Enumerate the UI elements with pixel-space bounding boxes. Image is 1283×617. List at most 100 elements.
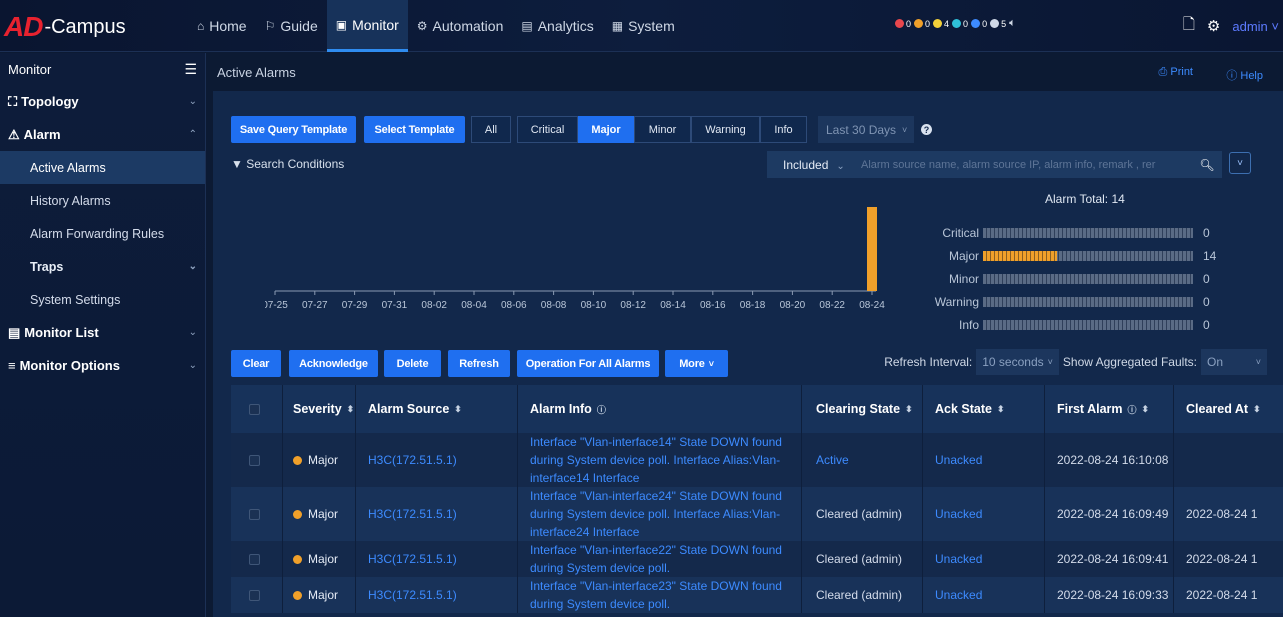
sidebar-item-monitor-options[interactable]: ≡ Monitor Options ⌄ bbox=[0, 349, 205, 382]
severity-text: Major bbox=[308, 588, 339, 602]
search-icon[interactable]: 🔍︎ bbox=[1192, 158, 1222, 172]
filter-all[interactable]: All bbox=[471, 116, 511, 143]
x-tick-label: 08-12 bbox=[620, 300, 646, 311]
table-row[interactable]: Major H3C(172.51.5.1) Interface "Vlan-inte… bbox=[231, 433, 1283, 487]
alarm-source-cell: H3C(172.51.5.1) bbox=[356, 541, 518, 577]
alarm-source-link[interactable]: H3C(172.51.5.1) bbox=[368, 552, 457, 566]
alarm-info-link[interactable]: Interface "Vlan-interface14" State DOWN … bbox=[530, 433, 791, 487]
select-all-checkbox[interactable] bbox=[249, 403, 260, 415]
sidebar-item-history-alarms[interactable]: History Alarms bbox=[0, 184, 205, 217]
header-alarm-source[interactable]: Alarm Source ⬍ bbox=[356, 385, 518, 433]
select-template-button[interactable]: Select Template bbox=[364, 116, 465, 143]
top-right-tools: 🗋 ⚙ admin ˅ bbox=[1183, 0, 1283, 52]
header-label: Clearing State bbox=[816, 402, 901, 416]
topology-icon: ⛶ bbox=[8, 93, 18, 109]
ack-state-link[interactable]: Unacked bbox=[935, 552, 982, 566]
sort-icon: ⬍ bbox=[346, 403, 355, 414]
summary-label: Warning bbox=[934, 295, 979, 309]
row-checkbox[interactable] bbox=[249, 553, 260, 565]
help-link[interactable]: ⓘ Help bbox=[1226, 67, 1263, 83]
refresh-button[interactable]: Refresh bbox=[448, 350, 510, 377]
document-icon[interactable]: 🗋 bbox=[1183, 14, 1195, 39]
filter-info[interactable]: Info bbox=[760, 116, 807, 143]
filter-minor[interactable]: Minor bbox=[634, 116, 691, 143]
clear-button[interactable]: Clear bbox=[231, 350, 281, 377]
sidebar-item-active-alarms[interactable]: Active Alarms bbox=[0, 151, 205, 184]
severity-cell: Major bbox=[283, 487, 356, 541]
summary-bar bbox=[983, 228, 1193, 238]
sidebar-item-system-settings[interactable]: System Settings bbox=[0, 283, 205, 316]
sound-icon[interactable]: 🔈︎ bbox=[1009, 17, 1016, 30]
header-alarm-info[interactable]: Alarm Info ⓘ bbox=[518, 385, 802, 433]
sidebar-header: Monitor ☰ bbox=[0, 53, 205, 85]
sidebar-item-alarm[interactable]: ⚠ Alarm ⌃ bbox=[0, 118, 205, 151]
chart-bar[interactable] bbox=[867, 207, 877, 291]
alarm-summary: Alarm Total: 14 Critical 0 Major 14 Minor 0… bbox=[913, 192, 1233, 332]
filter-icon: ▼ bbox=[231, 157, 247, 171]
x-tick-label: 07-25 bbox=[265, 300, 288, 311]
collapse-menu-icon[interactable]: ☰ bbox=[184, 61, 197, 78]
alarm-info-link[interactable]: Interface "Vlan-interface24" State DOWN … bbox=[530, 487, 791, 541]
list-icon: ▤ bbox=[8, 324, 21, 340]
header-first-alarm[interactable]: First Alarm ⓘ ⬍ bbox=[1045, 385, 1174, 433]
ack-state-link[interactable]: Unacked bbox=[935, 453, 982, 467]
search-conditions-toggle[interactable]: ▼ Search Conditions bbox=[231, 157, 344, 171]
alarm-source-link[interactable]: H3C(172.51.5.1) bbox=[368, 453, 457, 467]
expand-search-button[interactable]: ˅ bbox=[1229, 152, 1251, 174]
row-checkbox[interactable] bbox=[249, 508, 260, 520]
refresh-interval-select[interactable]: 10 seconds ˅ bbox=[976, 349, 1059, 375]
filter-warning[interactable]: Warning bbox=[691, 116, 760, 143]
summary-row-critical: Critical 0 bbox=[913, 224, 1233, 242]
nav-automation[interactable]: ⚙ Automation bbox=[408, 0, 513, 52]
table-row[interactable]: Major H3C(172.51.5.1) Interface "Vlan-inte… bbox=[231, 577, 1283, 613]
logo[interactable]: AD -Campus bbox=[4, 11, 126, 42]
ack-state-cell: Unacked bbox=[923, 433, 1045, 487]
table-row[interactable]: Major H3C(172.51.5.1) Interface "Vlan-inte… bbox=[231, 487, 1283, 541]
nav-home[interactable]: ⌂ Home bbox=[188, 0, 256, 52]
summary-value: 0 bbox=[1203, 226, 1210, 240]
gear-icon[interactable]: ⚙ bbox=[1207, 17, 1220, 35]
major-severity-icon bbox=[293, 554, 302, 564]
more-button[interactable]: More ˅ bbox=[665, 350, 728, 377]
date-range-select[interactable]: Last 30 Days ˅ bbox=[818, 116, 914, 143]
nav-label: System bbox=[628, 18, 675, 34]
nav-system[interactable]: ▦ System bbox=[603, 0, 684, 52]
header-ack-state[interactable]: Ack State ⬍ bbox=[923, 385, 1045, 433]
alarm-info-link[interactable]: Interface "Vlan-interface22" State DOWN … bbox=[530, 541, 791, 577]
sidebar-item-topology[interactable]: ⛶ Topology ⌄ bbox=[0, 85, 205, 118]
save-query-template-button[interactable]: Save Query Template bbox=[231, 116, 356, 143]
print-link[interactable]: ⎙ Print bbox=[1159, 66, 1193, 79]
header-severity[interactable]: Severity ⬍ bbox=[283, 385, 356, 433]
operation-for-all-alarms-button[interactable]: Operation For All Alarms bbox=[517, 350, 659, 377]
alarm-source-link[interactable]: H3C(172.51.5.1) bbox=[368, 507, 457, 521]
alarm-source-link[interactable]: H3C(172.51.5.1) bbox=[368, 588, 457, 602]
summary-value: 0 bbox=[1203, 295, 1210, 309]
filter-major[interactable]: Major bbox=[578, 116, 634, 143]
first-alarm-text: 2022-08-24 16:10:08 bbox=[1057, 453, 1169, 467]
aggregated-faults-select[interactable]: On ˅ bbox=[1201, 349, 1267, 375]
alarm-counts[interactable]: 0 0 4 0 0 5 🔈︎ bbox=[895, 17, 1016, 30]
ack-state-link[interactable]: Unacked bbox=[935, 507, 982, 521]
options-icon: ≡ bbox=[8, 358, 16, 373]
nav-analytics[interactable]: ▤ Analytics bbox=[512, 0, 602, 52]
row-checkbox[interactable] bbox=[249, 454, 260, 466]
ack-state-link[interactable]: Unacked bbox=[935, 588, 982, 602]
search-input[interactable] bbox=[861, 158, 1192, 171]
header-cleared-at[interactable]: Cleared At ⬍ bbox=[1174, 385, 1283, 433]
sidebar-item-alarm-forwarding[interactable]: Alarm Forwarding Rules bbox=[0, 217, 205, 250]
alarm-info-link[interactable]: Interface "Vlan-interface23" State DOWN … bbox=[530, 577, 791, 613]
sidebar-item-monitor-list[interactable]: ▤ Monitor List ⌄ bbox=[0, 316, 205, 349]
filter-critical[interactable]: Critical bbox=[517, 116, 578, 143]
table-row[interactable]: Major H3C(172.51.5.1) Interface "Vlan-inte… bbox=[231, 541, 1283, 577]
acknowledge-button[interactable]: Acknowledge bbox=[289, 350, 378, 377]
user-menu[interactable]: admin ˅ bbox=[1232, 19, 1279, 34]
question-icon[interactable]: ? bbox=[921, 124, 932, 135]
chevron-down-icon: ˅ bbox=[1237, 157, 1243, 169]
delete-button[interactable]: Delete bbox=[384, 350, 441, 377]
sidebar-item-traps[interactable]: Traps ⌄ bbox=[0, 250, 205, 283]
row-checkbox[interactable] bbox=[249, 589, 260, 601]
nav-monitor[interactable]: ▣ Monitor bbox=[326, 0, 408, 52]
nav-guide[interactable]: ⚐ Guide bbox=[256, 0, 327, 52]
header-clearing-state[interactable]: Clearing State ⬍ bbox=[802, 385, 923, 433]
scope-select[interactable]: Included ⌄ bbox=[767, 158, 861, 172]
